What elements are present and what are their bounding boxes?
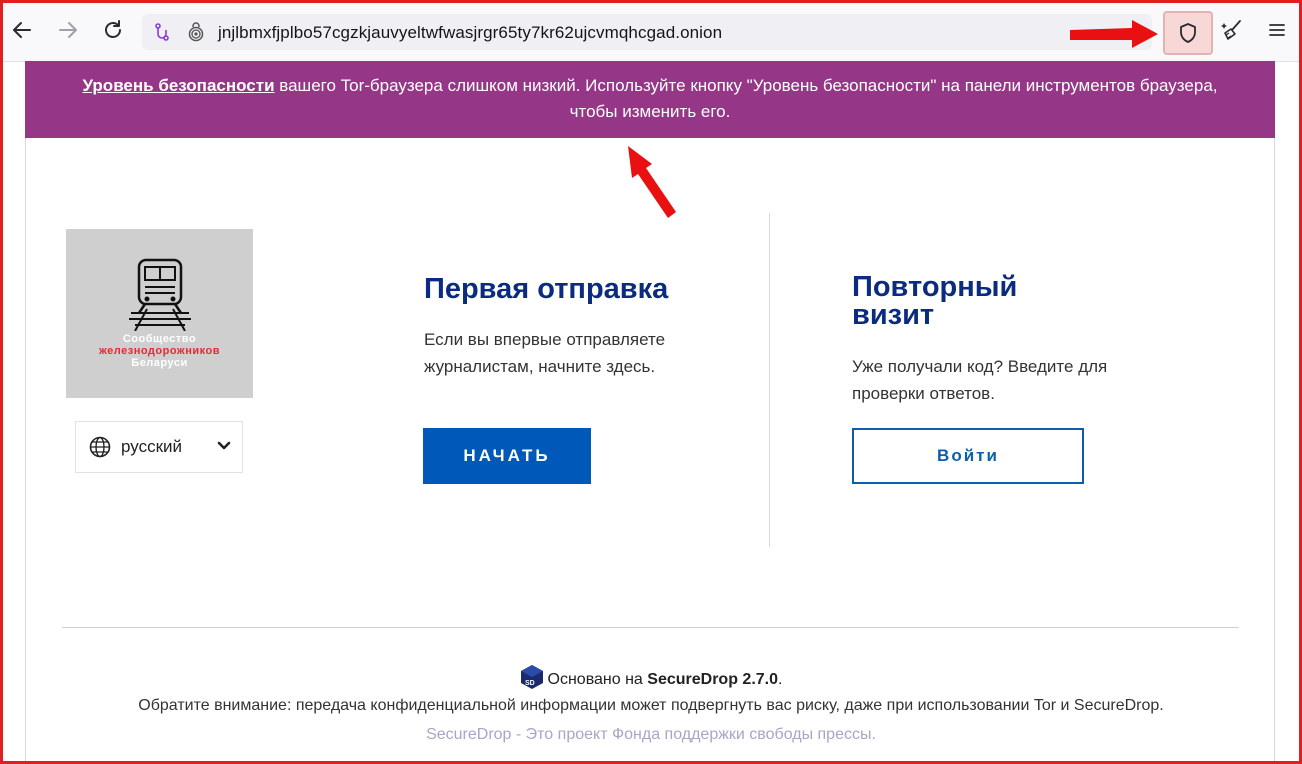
return-visit-description: Уже получали код? Введите для проверки о… [852, 353, 1107, 407]
securedrop-logo-icon: SD [520, 665, 543, 689]
language-selector[interactable]: русский [75, 421, 243, 473]
onion-site-icon[interactable] [186, 22, 206, 47]
logo-text-1: Сообщество [122, 333, 197, 345]
back-button[interactable] [6, 14, 38, 46]
broom-icon [1221, 20, 1241, 40]
forward-button[interactable] [52, 14, 84, 46]
logo-text-3: Беларуси [131, 357, 188, 369]
logo-text-2: железнодорожников [99, 345, 220, 357]
arrow-right-icon [59, 22, 77, 38]
footer-project-link[interactable]: SecureDrop - Это проект Фонда поддержки … [0, 726, 1302, 744]
url-bar[interactable]: jnjlbmxfjplbo57cgzkjauvyeltwfwasjrgr65ty… [142, 14, 1152, 50]
banner-line-1: Уровень безопасности вашего Tor-браузера… [25, 73, 1275, 99]
language-selected: русский [121, 437, 183, 456]
return-visit-title: Повторный визит [852, 271, 1082, 331]
vertical-divider [769, 213, 770, 547]
url-text[interactable]: jnjlbmxfjplbo57cgzkjauvyeltwfwasjrgr65ty… [218, 23, 722, 43]
security-level-link[interactable]: Уровень безопасности [83, 76, 275, 95]
first-submission-description: Если вы впервые отправляете журналистам,… [424, 326, 665, 380]
tor-circuit-icon[interactable] [152, 22, 172, 47]
reload-icon [105, 20, 121, 38]
first-desc-line-2: журналистам, начните здесь. [424, 357, 656, 376]
new-identity-button[interactable] [1216, 14, 1248, 46]
train-icon [129, 258, 191, 331]
first-desc-line-1: Если вы впервые отправляете [424, 330, 666, 349]
svg-text:SD: SD [525, 680, 535, 687]
arrow-left-icon [13, 22, 31, 38]
hamburger-icon [1269, 24, 1285, 36]
chevron-down-icon [217, 441, 231, 450]
reload-button[interactable] [97, 14, 129, 46]
powered-suffix: . [778, 671, 783, 688]
return-desc-line-1: Уже получали код? Введите для [852, 357, 1108, 376]
powered-by: SD Основано на SecureDrop 2.7.0. [0, 664, 1302, 690]
banner-text: вашего Tor-браузера слишком низкий. Испо… [274, 76, 1218, 95]
return-title-line-2: визит [852, 299, 935, 331]
shield-icon [1180, 23, 1196, 43]
security-level-button[interactable] [1163, 11, 1213, 55]
banner-line-2: чтобы изменить его. [569, 102, 731, 121]
menu-button[interactable] [1261, 14, 1293, 46]
organization-logo: Сообщество железнодорожников Беларуси [66, 229, 253, 398]
start-button[interactable]: НАЧАТЬ [423, 428, 591, 484]
return-title-line-1: Повторный [852, 271, 1018, 303]
footer-divider [62, 627, 1239, 628]
globe-icon [89, 436, 111, 458]
footer-warning: Обратите внимание: передача конфиденциал… [138, 697, 1164, 714]
login-button[interactable]: Войти [852, 428, 1084, 484]
annotation-arrow-up [628, 146, 676, 218]
powered-prefix: Основано на [547, 671, 648, 688]
securedrop-version[interactable]: SecureDrop 2.7.0 [647, 671, 778, 688]
security-warning-banner: Уровень безопасности вашего Tor-браузера… [25, 61, 1275, 138]
annotation-arrow-right [1070, 20, 1158, 48]
return-desc-line-2: проверки ответов. [852, 384, 995, 403]
first-submission-title: Первая отправка [424, 273, 669, 305]
